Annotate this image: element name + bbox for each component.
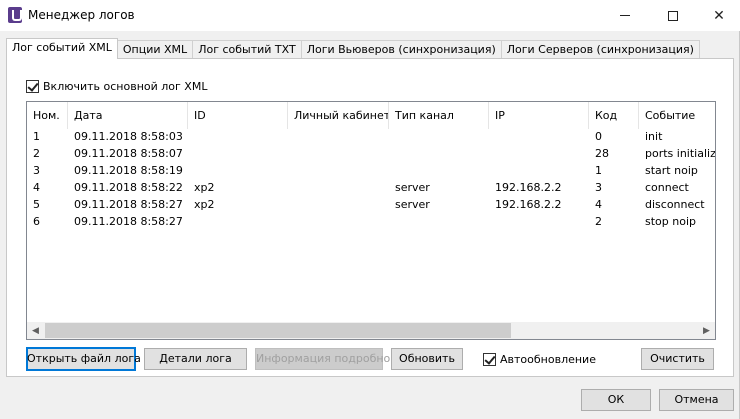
column-header-number[interactable]: Ном. bbox=[27, 102, 68, 129]
cancel-button[interactable]: Отмена bbox=[659, 389, 734, 411]
detailed-info-button[interactable]: Информация подробно bbox=[255, 348, 390, 370]
main-log-checkbox-label[interactable]: Включить основной лог XML bbox=[43, 80, 207, 93]
maximize-icon bbox=[668, 10, 678, 21]
cell-code: 28 bbox=[595, 147, 609, 160]
cell-account bbox=[288, 145, 389, 162]
maximize-button[interactable] bbox=[650, 0, 696, 31]
cell-date: 09.11.2018 8:58:27 bbox=[74, 198, 183, 211]
cell-date: 09.11.2018 8:58:19 bbox=[74, 164, 183, 177]
cell-code: 2 bbox=[595, 215, 602, 228]
list-header: Ном. Дата ID Личный кабинет Тип канал IP… bbox=[27, 102, 715, 129]
cell-id: xp2 bbox=[194, 181, 215, 194]
cell-ip bbox=[489, 128, 589, 145]
cell-account bbox=[288, 162, 389, 179]
cell-account bbox=[288, 213, 389, 230]
ok-button[interactable]: ОК bbox=[581, 389, 651, 411]
scroll-right-arrow-icon[interactable]: ▶ bbox=[698, 322, 715, 339]
column-header-ip[interactable]: IP bbox=[489, 102, 589, 129]
auto-refresh-checkbox[interactable] bbox=[483, 353, 496, 366]
log-details-button[interactable]: Детали лога bbox=[144, 348, 247, 370]
horizontal-scrollbar[interactable]: ◀ ▶ bbox=[27, 322, 715, 339]
log-list[interactable]: Ном. Дата ID Личный кабинет Тип канал IP… bbox=[26, 101, 716, 340]
cell-ip: 192.168.2.2 bbox=[495, 198, 562, 211]
cell-event: connect bbox=[645, 181, 689, 194]
cell-event: init bbox=[645, 130, 663, 143]
cell-ip bbox=[489, 145, 589, 162]
cell-number: 6 bbox=[33, 215, 40, 228]
cell-date: 09.11.2018 8:58:22 bbox=[74, 181, 183, 194]
cell-channel-type bbox=[389, 145, 489, 162]
table-row[interactable]: 6 09.11.2018 8:58:27 2 stop noip bbox=[27, 213, 715, 230]
tab-event-log-xml[interactable]: Лог событий XML bbox=[6, 38, 118, 59]
cell-account bbox=[288, 179, 389, 196]
cell-number: 2 bbox=[33, 147, 40, 160]
app-icon bbox=[8, 7, 22, 23]
close-button[interactable]: ✕ bbox=[696, 0, 740, 31]
tab-server-logs[interactable]: Логи Серверов (синхронизация) bbox=[500, 40, 700, 59]
cell-number: 4 bbox=[33, 181, 40, 194]
cell-id bbox=[188, 145, 288, 162]
table-row[interactable]: 4 09.11.2018 8:58:22 xp2 server 192.168.… bbox=[27, 179, 715, 196]
column-header-account[interactable]: Личный кабинет bbox=[288, 102, 389, 129]
scroll-thumb[interactable] bbox=[45, 323, 511, 338]
table-row[interactable]: 2 09.11.2018 8:58:07 28 ports initializa… bbox=[27, 145, 716, 162]
cell-event: stop noip bbox=[645, 215, 696, 228]
cell-date: 09.11.2018 8:58:27 bbox=[74, 215, 183, 228]
cell-number: 1 bbox=[33, 130, 40, 143]
cell-event: ports initializat bbox=[645, 147, 716, 160]
cell-account bbox=[288, 128, 389, 145]
cell-event: start noip bbox=[645, 164, 698, 177]
cell-ip: 192.168.2.2 bbox=[495, 181, 562, 194]
table-row[interactable]: 1 09.11.2018 8:58:03 0 init bbox=[27, 128, 715, 145]
cell-id bbox=[188, 128, 288, 145]
column-header-event[interactable]: Событие bbox=[639, 102, 715, 129]
cell-ip bbox=[489, 213, 589, 230]
table-row[interactable]: 5 09.11.2018 8:58:27 xp2 server 192.168.… bbox=[27, 196, 715, 213]
cell-channel-type: server bbox=[395, 198, 430, 211]
cell-ip bbox=[489, 162, 589, 179]
column-header-channel-type[interactable]: Тип канал bbox=[389, 102, 489, 129]
cell-channel-type bbox=[389, 213, 489, 230]
tab-strip: Лог событий XML Опции XML Лог событий TX… bbox=[6, 38, 700, 59]
minimize-icon bbox=[620, 15, 630, 16]
scroll-left-arrow-icon[interactable]: ◀ bbox=[27, 322, 44, 339]
cell-channel-type: server bbox=[395, 181, 430, 194]
cell-date: 09.11.2018 8:58:07 bbox=[74, 147, 183, 160]
cell-id bbox=[188, 213, 288, 230]
clear-button[interactable]: Очистить bbox=[641, 348, 714, 370]
auto-refresh-label[interactable]: Автообновление bbox=[500, 353, 596, 366]
main-log-checkbox[interactable] bbox=[26, 80, 39, 93]
window-title: Менеджер логов bbox=[28, 8, 135, 22]
cell-id: xp2 bbox=[194, 198, 215, 211]
table-row[interactable]: 3 09.11.2018 8:58:19 1 start noip bbox=[27, 162, 715, 179]
refresh-button[interactable]: Обновить bbox=[391, 348, 463, 370]
close-icon: ✕ bbox=[713, 7, 725, 24]
column-header-date[interactable]: Дата bbox=[68, 102, 188, 129]
cell-number: 3 bbox=[33, 164, 40, 177]
cell-id bbox=[188, 162, 288, 179]
title-bar[interactable]: Менеджер логов ✕ bbox=[0, 0, 740, 31]
cell-code: 4 bbox=[595, 198, 602, 211]
cell-date: 09.11.2018 8:58:03 bbox=[74, 130, 183, 143]
open-log-file-button[interactable]: Открыть файл лога bbox=[26, 347, 141, 371]
cell-channel-type bbox=[389, 162, 489, 179]
log-manager-window: Менеджер логов ✕ Лог событий XML Опции X… bbox=[0, 0, 740, 419]
column-header-id[interactable]: ID bbox=[188, 102, 288, 129]
column-header-code[interactable]: Код bbox=[589, 102, 639, 129]
cell-number: 5 bbox=[33, 198, 40, 211]
cell-channel-type bbox=[389, 128, 489, 145]
cell-code: 1 bbox=[595, 164, 602, 177]
cell-code: 3 bbox=[595, 181, 602, 194]
cell-code: 0 bbox=[595, 130, 602, 143]
cell-event: disconnect bbox=[645, 198, 705, 211]
cell-account bbox=[288, 196, 389, 213]
tab-viewer-logs[interactable]: Логи Вьюверов (синхронизация) bbox=[300, 40, 502, 59]
tab-xml-options[interactable]: Опции XML bbox=[116, 40, 194, 59]
tab-event-log-txt[interactable]: Лог событий TXT bbox=[192, 40, 302, 59]
minimize-button[interactable] bbox=[602, 0, 648, 31]
